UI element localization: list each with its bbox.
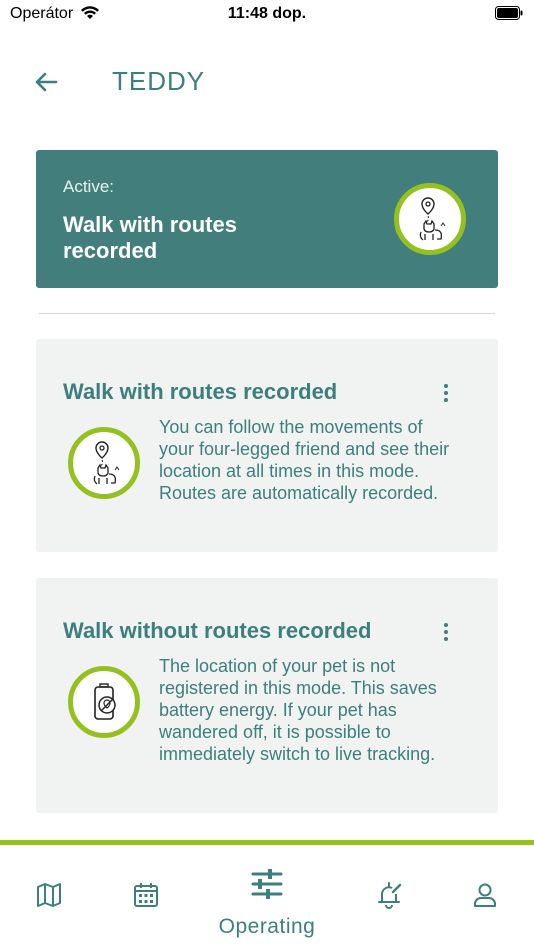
nav-item-map[interactable] bbox=[29, 875, 69, 915]
more-options-icon[interactable] bbox=[436, 381, 456, 405]
more-options-icon[interactable] bbox=[436, 620, 456, 644]
mode-description: The location of your pet is not register… bbox=[159, 656, 437, 764]
nav-item-alarms[interactable] bbox=[369, 875, 409, 915]
nav-item-profile[interactable] bbox=[465, 875, 505, 915]
back-button[interactable] bbox=[30, 66, 62, 98]
mode-description: You can follow the movements of your fou… bbox=[159, 417, 450, 503]
battery-icon bbox=[495, 6, 523, 20]
page-title: TEDDY bbox=[112, 66, 206, 96]
nav-item-calendar[interactable] bbox=[126, 875, 166, 915]
mode-title: Walk with routes recorded bbox=[63, 379, 338, 404]
nav-label-operating: Operating bbox=[218, 915, 316, 938]
active-mode-banner: Active: Walk with routes recorded bbox=[36, 150, 498, 288]
mode-card-walk-with-routes[interactable]: Walk with routes recorded You can follow… bbox=[36, 339, 498, 552]
battery-saver-icon bbox=[68, 666, 140, 738]
calendar-icon bbox=[134, 883, 158, 907]
active-mode-name: Walk with routes recorded bbox=[63, 212, 237, 263]
alarm-bell-icon bbox=[378, 882, 402, 909]
divider bbox=[39, 313, 495, 314]
pet-location-icon bbox=[68, 427, 140, 499]
active-label: Active: bbox=[63, 177, 115, 196]
mode-title: Walk without routes recorded bbox=[63, 618, 372, 643]
mode-card-walk-without-routes[interactable]: Walk without routes recorded The locatio… bbox=[36, 578, 498, 813]
user-icon bbox=[474, 883, 496, 907]
bottom-nav: Operating bbox=[0, 845, 534, 950]
arrow-left-icon bbox=[35, 72, 58, 92]
map-icon bbox=[37, 883, 61, 907]
clock: 11:48 dop. bbox=[227, 5, 307, 22]
sliders-icon bbox=[251, 869, 283, 899]
pet-location-icon bbox=[394, 183, 466, 255]
nav-item-operating[interactable]: Operating bbox=[200, 867, 334, 947]
status-bar: Operátor 11:48 dop. bbox=[0, 0, 534, 30]
